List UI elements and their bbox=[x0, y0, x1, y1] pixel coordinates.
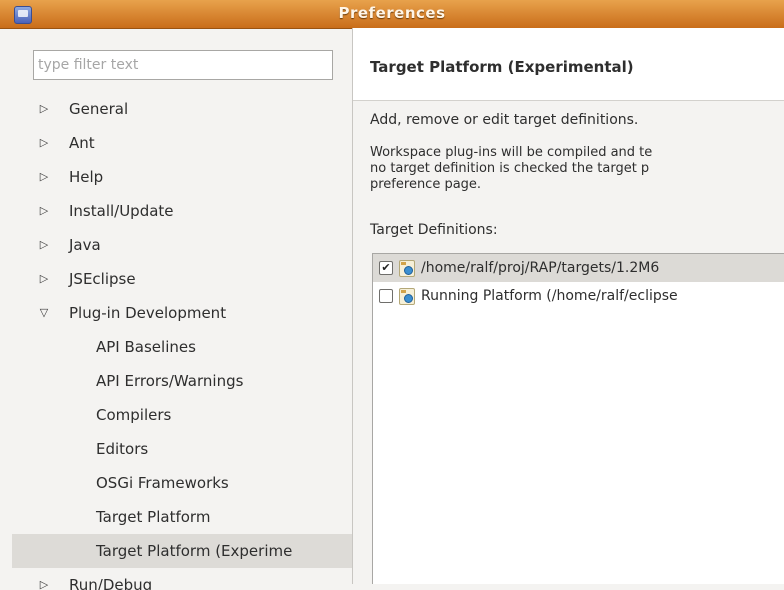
tree-item[interactable]: ▷ Java bbox=[12, 228, 352, 262]
tree-item[interactable]: ▷ Run/Debug bbox=[12, 568, 352, 590]
tree-item-label: Ant bbox=[69, 134, 95, 152]
tree-item-label: OSGi Frameworks bbox=[96, 474, 229, 492]
triangle-right-icon[interactable]: ▷ bbox=[37, 568, 51, 590]
target-definition-checkbox[interactable]: ✔ bbox=[379, 261, 393, 275]
tree-item[interactable]: Compilers bbox=[12, 398, 352, 432]
tree-item-label: Java bbox=[69, 236, 101, 254]
tree-item-label: Editors bbox=[96, 440, 149, 458]
sash-divider[interactable] bbox=[352, 28, 353, 584]
tree-item-label: Run/Debug bbox=[69, 576, 153, 590]
tree-item[interactable]: OSGi Frameworks bbox=[12, 466, 352, 500]
tree-item-label: Help bbox=[69, 168, 104, 186]
tree-item-label: JSEclipse bbox=[69, 270, 136, 288]
tree-item[interactable]: Target Platform (Experime bbox=[12, 534, 352, 568]
tree-item[interactable]: Target Platform bbox=[12, 500, 352, 534]
target-definition-icon bbox=[399, 260, 415, 277]
preferences-sidebar: ▷ General ▷ Ant ▷ Help ▷ Install/Update ▷ Java ▷ JS… bbox=[12, 28, 352, 590]
tree-item[interactable]: ▷ Install/Update bbox=[12, 194, 352, 228]
target-definition-checkbox[interactable] bbox=[379, 289, 393, 303]
page-title: Target Platform (Experimental) bbox=[370, 58, 634, 76]
tree-item[interactable]: ▽ Plug-in Development bbox=[12, 296, 352, 330]
target-definitions-label: Target Definitions: bbox=[370, 222, 498, 238]
page-note-line: preference page. bbox=[370, 177, 482, 192]
target-definitions-table[interactable]: ✔ /home/ralf/proj/RAP/targets/1.2M6 Runnin… bbox=[372, 253, 784, 584]
tree-item-label: Target Platform (Experime bbox=[96, 542, 293, 560]
triangle-right-icon[interactable]: ▷ bbox=[37, 194, 51, 228]
tree-item[interactable]: ▷ Help bbox=[12, 160, 352, 194]
target-definition-icon bbox=[399, 288, 415, 305]
tree-item[interactable]: ▷ JSEclipse bbox=[12, 262, 352, 296]
tree-item[interactable]: API Baselines bbox=[12, 330, 352, 364]
page-note-line: no target definition is checked the targ… bbox=[370, 161, 650, 176]
tree-item-label: Install/Update bbox=[69, 202, 174, 220]
tree-item-label: General bbox=[69, 100, 129, 118]
tree-item[interactable]: Editors bbox=[12, 432, 352, 466]
tree-item-label: Compilers bbox=[96, 406, 172, 424]
triangle-down-icon[interactable]: ▽ bbox=[37, 296, 51, 330]
preferences-tree: ▷ General ▷ Ant ▷ Help ▷ Install/Update ▷ Java ▷ JS… bbox=[12, 92, 352, 590]
triangle-right-icon[interactable]: ▷ bbox=[37, 262, 51, 296]
tree-item[interactable]: ▷ General bbox=[12, 92, 352, 126]
triangle-right-icon[interactable]: ▷ bbox=[37, 228, 51, 262]
target-definition-row[interactable]: ✔ /home/ralf/proj/RAP/targets/1.2M6 bbox=[373, 254, 784, 282]
tree-item[interactable]: API Errors/Warnings bbox=[12, 364, 352, 398]
triangle-right-icon[interactable]: ▷ bbox=[37, 126, 51, 160]
title-bar[interactable]: Preferences bbox=[0, 0, 784, 29]
window-title: Preferences bbox=[338, 4, 446, 22]
page-description: Add, remove or edit target definitions. bbox=[370, 112, 639, 128]
page-note-line: Workspace plug-ins will be compiled and … bbox=[370, 145, 653, 160]
triangle-right-icon[interactable]: ▷ bbox=[37, 160, 51, 194]
tree-item-label: API Errors/Warnings bbox=[96, 372, 244, 390]
tree-item[interactable]: ▷ Ant bbox=[12, 126, 352, 160]
triangle-right-icon[interactable]: ▷ bbox=[37, 92, 51, 126]
target-definition-label: /home/ralf/proj/RAP/targets/1.2M6 bbox=[421, 260, 660, 276]
tree-item-label: Target Platform bbox=[96, 508, 211, 526]
page-note: Workspace plug-ins will be compiled and … bbox=[370, 145, 784, 193]
tree-item-label: Plug-in Development bbox=[69, 304, 227, 322]
filter-input[interactable] bbox=[33, 50, 333, 80]
target-definition-label: Running Platform (/home/ralf/eclipse bbox=[421, 288, 678, 304]
target-definition-row[interactable]: Running Platform (/home/ralf/eclipse bbox=[373, 282, 784, 310]
tree-item-label: API Baselines bbox=[96, 338, 196, 356]
